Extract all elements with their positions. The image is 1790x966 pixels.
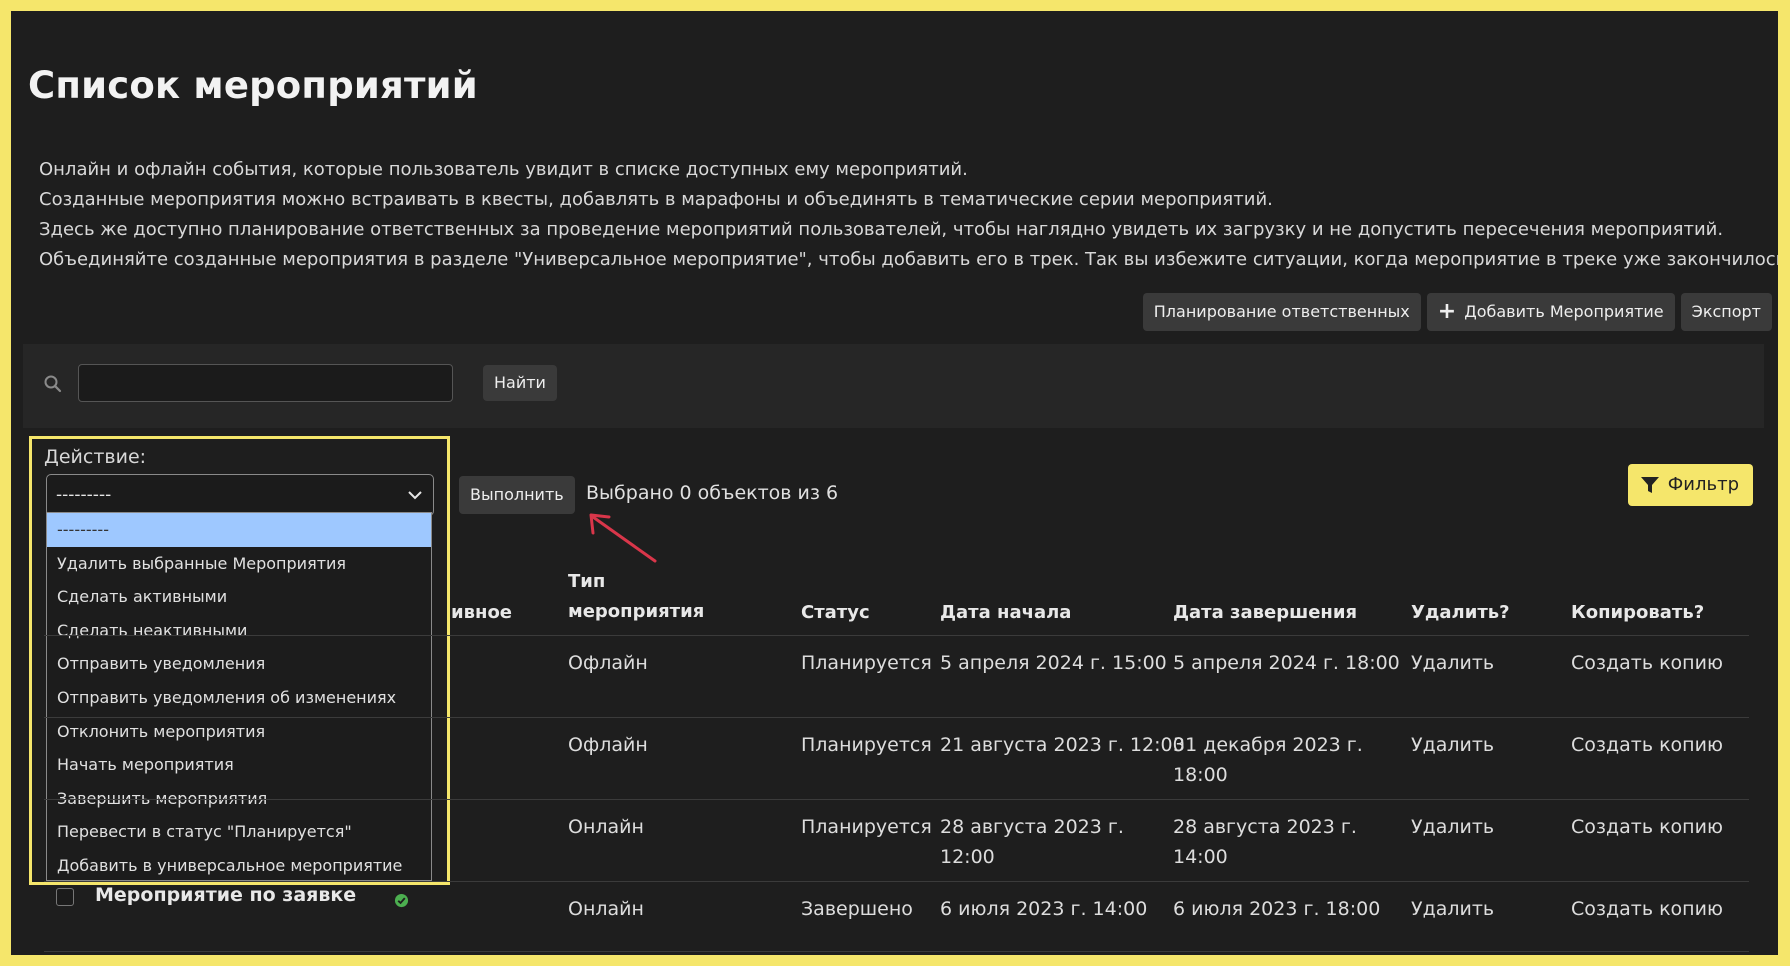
cell-start-line: 21 августа 2023 г. 12:00: [940, 734, 1185, 756]
cell-start: 21 августа 2023 г. 12:00: [940, 730, 1185, 760]
cell-end-line: 31 декабря 2023 г.: [1173, 734, 1363, 756]
action-select[interactable]: ---------: [46, 474, 434, 516]
top-actions: Планирование ответственных + Добавить Ме…: [1142, 293, 1772, 331]
cell-start: 28 августа 2023 г. 12:00: [940, 812, 1124, 872]
description-line: Объединяйте созданные мероприятия в разд…: [39, 249, 1778, 270]
cell-status: Планируется: [801, 652, 932, 674]
copy-link[interactable]: Создать копию: [1571, 894, 1723, 924]
page-title: Список мероприятий: [28, 64, 478, 107]
search-panel: Найти: [23, 344, 1764, 428]
header-copy: Копировать?: [1571, 602, 1705, 623]
cell-end-line: 5 апреля 2024 г. 18:00: [1173, 652, 1400, 674]
action-option[interactable]: Отправить уведомления: [47, 647, 431, 681]
header-type-line1: Тип: [568, 571, 606, 592]
cell-type: Офлайн: [568, 652, 648, 674]
cell-end: 28 августа 2023 г. 14:00: [1173, 812, 1357, 872]
delete-link[interactable]: Удалить: [1411, 894, 1494, 924]
description-line: Здесь же доступно планирование ответстве…: [39, 219, 1724, 240]
description-line: Онлайн и офлайн события, которые пользов…: [39, 159, 968, 180]
cell-start-line: 6 июля 2023 г. 14:00: [940, 898, 1148, 920]
plan-responsible-button[interactable]: Планирование ответственных: [1142, 293, 1421, 331]
action-option[interactable]: Отправить уведомления об изменениях: [47, 681, 431, 715]
filter-label: Фильтр: [1667, 474, 1739, 495]
table-divider: [44, 799, 1749, 800]
add-event-button[interactable]: + Добавить Мероприятие: [1426, 293, 1675, 331]
cell-type: Онлайн: [568, 816, 644, 838]
copy-link[interactable]: Создать копию: [1571, 730, 1723, 760]
plus-icon: +: [1437, 299, 1457, 324]
cell-end-line: 18:00: [1173, 764, 1228, 786]
row-checkbox[interactable]: [56, 888, 74, 906]
cell-start: 6 июля 2023 г. 14:00: [940, 894, 1147, 924]
cell-end-line: 6 июля 2023 г. 18:00: [1173, 898, 1381, 920]
chevron-down-icon: [408, 491, 422, 500]
page-description: Онлайн и офлайн события, которые пользов…: [39, 155, 1778, 275]
cell-start-line: 28 августа 2023 г.: [940, 816, 1124, 838]
table-divider: [44, 635, 1749, 636]
copy-link[interactable]: Создать копию: [1571, 648, 1723, 678]
app-window: Список мероприятий Онлайн и офлайн событ…: [11, 11, 1778, 955]
header-type: Тип мероприятия: [568, 567, 704, 627]
table-divider: [44, 881, 1749, 882]
action-option[interactable]: Отклонить мероприятия: [47, 715, 431, 749]
cell-start-line: 5 апреля 2024 г. 15:00: [940, 652, 1167, 674]
action-option[interactable]: Добавить в универсальное мероприятие: [47, 849, 431, 883]
cell-type: Офлайн: [568, 734, 648, 756]
cell-status: Планируется: [801, 816, 932, 838]
table-divider: [44, 717, 1749, 718]
header-type-line2: мероприятия: [568, 601, 705, 622]
action-label: Действие:: [44, 446, 147, 468]
header-active: ивное: [451, 602, 513, 623]
add-event-label: Добавить Мероприятие: [1464, 302, 1664, 321]
search-icon: [44, 375, 62, 393]
copy-link[interactable]: Создать копию: [1571, 812, 1723, 842]
annotation-arrow: [589, 513, 657, 563]
action-option[interactable]: Перевести в статус "Планируется": [47, 815, 431, 849]
table-divider: [44, 951, 1749, 952]
export-button[interactable]: Экспорт: [1680, 293, 1772, 331]
filter-button[interactable]: Фильтр: [1627, 464, 1753, 506]
cell-end: 31 декабря 2023 г. 18:00: [1173, 730, 1363, 790]
header-end: Дата завершения: [1173, 602, 1358, 623]
cell-type: Онлайн: [568, 898, 644, 920]
action-option[interactable]: Начать мероприятия: [47, 748, 431, 782]
find-button[interactable]: Найти: [483, 365, 557, 401]
cell-end: 6 июля 2023 г. 18:00: [1173, 894, 1380, 924]
cell-status: Завершено: [801, 898, 913, 920]
run-action-button[interactable]: Выполнить: [459, 476, 575, 514]
header-start: Дата начала: [940, 602, 1072, 623]
cell-start-line: 12:00: [940, 846, 995, 868]
cell-start: 5 апреля 2024 г. 15:00: [940, 648, 1167, 678]
check-circle-icon: [394, 893, 409, 908]
delete-link[interactable]: Удалить: [1411, 730, 1494, 760]
action-option[interactable]: Удалить выбранные Мероприятия: [47, 547, 431, 581]
cell-end-line: 14:00: [1173, 846, 1228, 868]
cell-end: 5 апреля 2024 г. 18:00: [1173, 648, 1400, 678]
action-option[interactable]: Сделать неактивными: [47, 614, 431, 648]
search-input[interactable]: [78, 364, 453, 402]
header-status: Статус: [801, 602, 870, 623]
delete-link[interactable]: Удалить: [1411, 648, 1494, 678]
selected-count: Выбрано 0 объектов из 6: [586, 482, 839, 504]
filter-icon: [1640, 477, 1659, 493]
action-option[interactable]: ---------: [47, 513, 431, 547]
action-select-value: ---------: [56, 485, 112, 505]
description-line: Созданные мероприятия можно встраивать в…: [39, 189, 1273, 210]
action-dropdown: --------- Удалить выбранные Мероприятия …: [46, 512, 432, 881]
event-name-link[interactable]: Мероприятие по заявке: [95, 884, 356, 906]
cell-end-line: 28 августа 2023 г.: [1173, 816, 1357, 838]
header-delete: Удалить?: [1411, 602, 1510, 623]
action-option[interactable]: Сделать активными: [47, 580, 431, 614]
delete-link[interactable]: Удалить: [1411, 812, 1494, 842]
cell-status: Планируется: [801, 734, 932, 756]
